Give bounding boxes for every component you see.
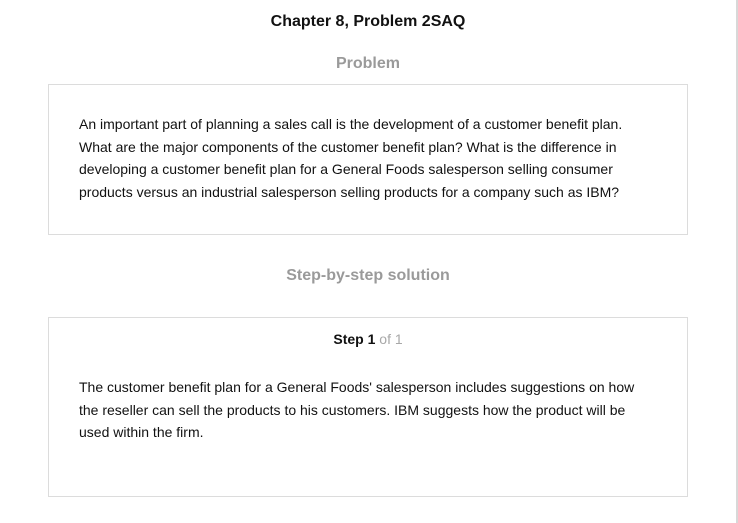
problem-card: An important part of planning a sales ca… bbox=[48, 84, 688, 235]
solution-heading: Step-by-step solution bbox=[286, 267, 450, 284]
step-indicator: Step 1 of 1 bbox=[49, 330, 687, 348]
solution-card: Step 1 of 1 The customer benefit plan fo… bbox=[48, 317, 688, 497]
page-title: Chapter 8, Problem 2SAQ bbox=[270, 13, 466, 30]
problem-text: An important part of planning a sales ca… bbox=[79, 116, 623, 200]
solution-page: Chapter 8, Problem 2SAQ Problem An impor… bbox=[0, 0, 738, 523]
step-number: 1 bbox=[367, 331, 376, 347]
problem-heading: Problem bbox=[335, 55, 400, 72]
step-word: Step bbox=[333, 331, 364, 347]
solution-text: The customer benefit plan for a General … bbox=[79, 379, 635, 440]
step-total: of 1 bbox=[379, 331, 403, 347]
